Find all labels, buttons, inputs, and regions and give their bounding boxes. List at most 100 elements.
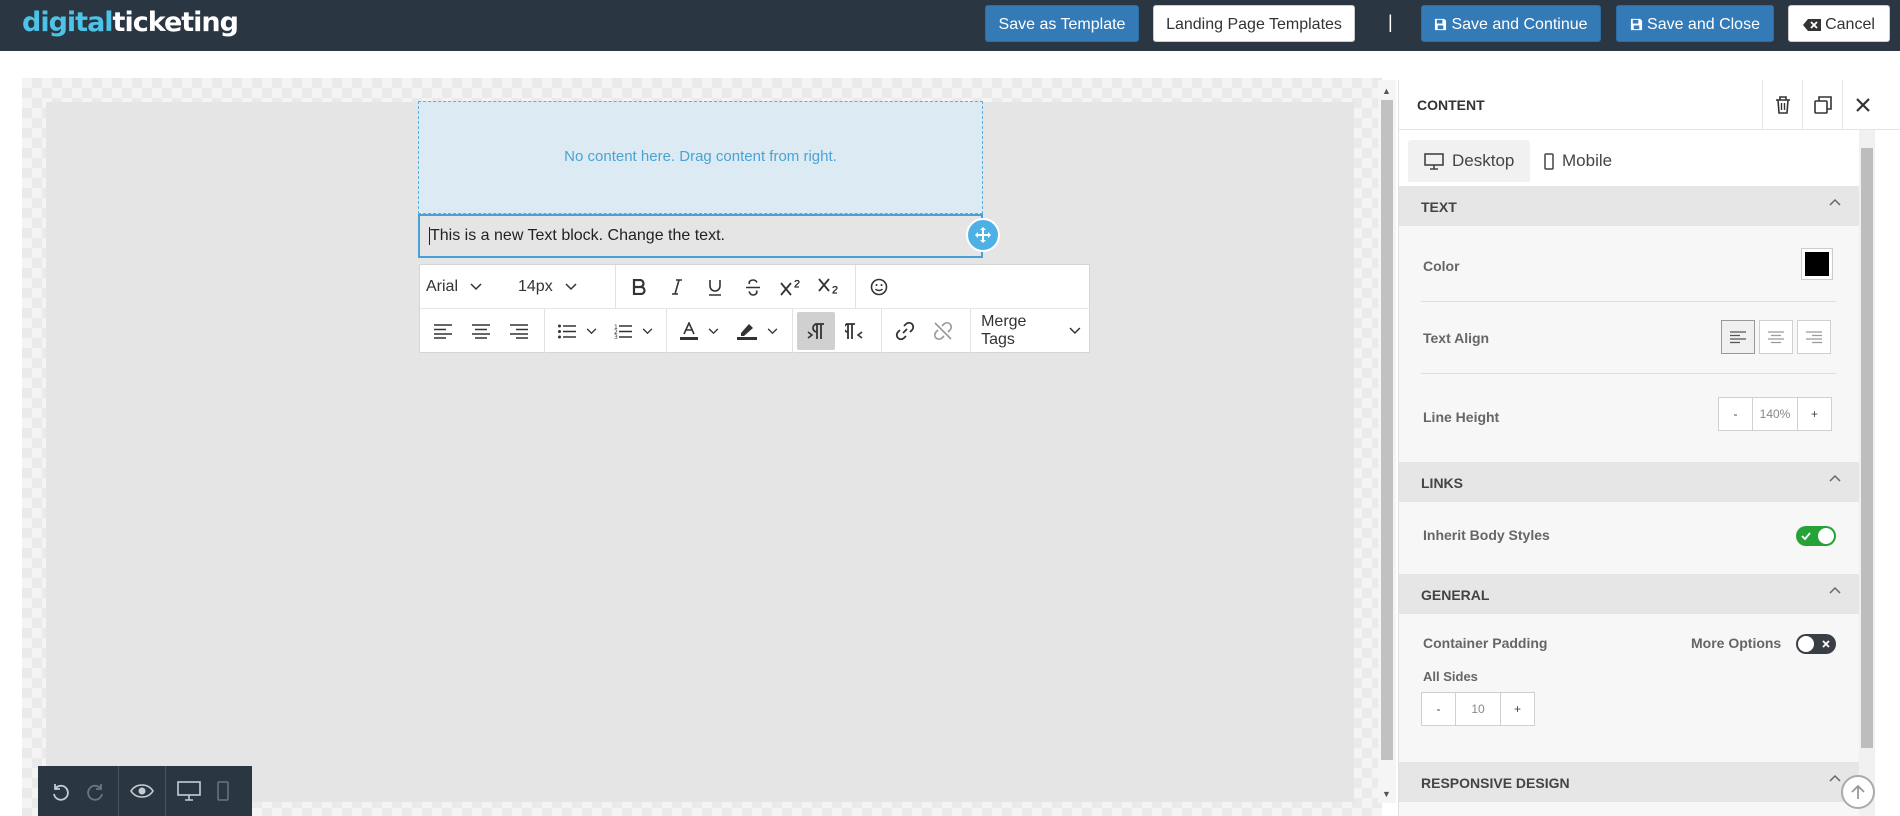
superscript-button[interactable]: [772, 268, 810, 306]
trash-icon: [1775, 96, 1790, 114]
tab-mobile[interactable]: Mobile: [1528, 140, 1628, 182]
undo-button[interactable]: [44, 766, 78, 816]
preview-button[interactable]: [125, 766, 159, 816]
subscript-icon: [818, 278, 838, 294]
text-block-content[interactable]: This is a new Text block. Change the tex…: [430, 227, 725, 245]
text-align-row: Text Align: [1421, 302, 1836, 374]
line-height-decrease-button[interactable]: -: [1719, 398, 1753, 430]
save-and-close-button[interactable]: Save and Close: [1616, 5, 1774, 42]
rich-text-toolbar: Arial 14px 123 Merge Tags: [419, 264, 1091, 353]
padding-decrease-button[interactable]: -: [1422, 693, 1456, 725]
insert-link-button[interactable]: [886, 312, 924, 350]
cancel-button[interactable]: Cancel: [1788, 5, 1890, 42]
text-align-center-button[interactable]: [1759, 320, 1793, 354]
align-center-icon: [472, 323, 490, 339]
eye-icon: [130, 784, 154, 798]
bullet-list-button[interactable]: [549, 312, 606, 350]
numbered-list-button[interactable]: 123: [606, 312, 662, 350]
numbered-list-icon: 123: [614, 324, 633, 339]
move-handle[interactable]: [966, 218, 1000, 252]
color-swatch[interactable]: [1801, 248, 1833, 280]
redo-button[interactable]: [78, 766, 112, 816]
general-section-header[interactable]: GENERAL: [1399, 574, 1859, 614]
ltr-direction-button[interactable]: [797, 312, 836, 350]
highlight-color-button[interactable]: [729, 312, 787, 350]
scroll-up-arrow[interactable]: ▲: [1382, 86, 1391, 96]
font-size-select[interactable]: 14px: [512, 265, 610, 309]
landing-page-templates-button[interactable]: Landing Page Templates: [1153, 5, 1355, 42]
container-padding-row: Container Padding More Options All Sides…: [1421, 614, 1836, 744]
canvas-scrollbar[interactable]: ▲ ▼: [1378, 80, 1396, 803]
ltr-paragraph-icon: [807, 322, 825, 339]
undo-icon: [53, 784, 69, 801]
delete-button[interactable]: [1762, 80, 1802, 130]
remove-link-button[interactable]: [924, 312, 962, 350]
emoji-button[interactable]: [860, 268, 898, 306]
italic-button[interactable]: [658, 268, 696, 306]
bold-icon: [632, 279, 646, 295]
font-family-select[interactable]: Arial: [420, 265, 512, 309]
responsive-section-header[interactable]: RESPONSIVE DESIGN: [1399, 762, 1859, 802]
save-and-continue-button[interactable]: Save and Continue: [1421, 5, 1601, 42]
separator: |: [1388, 12, 1393, 32]
mobile-icon: [1544, 152, 1554, 170]
line-height-label: Line Height: [1423, 409, 1500, 425]
tab-desktop[interactable]: Desktop: [1408, 140, 1531, 182]
chevron-down-icon: [565, 283, 577, 291]
inherit-body-styles-row: Inherit Body Styles: [1421, 502, 1836, 574]
logo: digitalticketing: [22, 7, 239, 38]
bullet-list-icon: [557, 324, 576, 338]
save-as-template-button[interactable]: Save as Template: [985, 5, 1139, 42]
duplicate-button[interactable]: [1802, 80, 1842, 130]
container-padding-label: Container Padding: [1423, 635, 1548, 651]
bold-button[interactable]: [620, 268, 658, 306]
desktop-view-button[interactable]: [172, 766, 206, 816]
merge-tags-select[interactable]: Merge Tags: [975, 309, 1087, 353]
strikethrough-button[interactable]: [734, 268, 772, 306]
inherit-body-styles-toggle[interactable]: [1796, 526, 1836, 546]
close-panel-button[interactable]: [1842, 80, 1882, 130]
line-height-stepper[interactable]: - 140% +: [1718, 397, 1832, 431]
scroll-to-top-button[interactable]: [1841, 775, 1875, 809]
scroll-down-arrow[interactable]: ▼: [1382, 789, 1391, 799]
align-left-icon: [434, 323, 452, 339]
chevron-up-icon: [1829, 774, 1841, 782]
backspace-icon: [1803, 19, 1822, 31]
links-section-header[interactable]: LINKS: [1399, 462, 1859, 502]
scroll-thumb[interactable]: [1381, 100, 1393, 760]
padding-value[interactable]: 10: [1456, 693, 1500, 725]
chevron-down-icon: [642, 327, 653, 334]
rtl-paragraph-icon: [845, 322, 863, 339]
align-right-button[interactable]: [500, 312, 538, 350]
text-block[interactable]: This is a new Text block. Change the tex…: [418, 214, 983, 258]
line-height-value[interactable]: 140%: [1753, 398, 1797, 430]
panel-body: Desktop Mobile TEXT Color Text Align Lin…: [1399, 130, 1859, 816]
text-align-left-button[interactable]: [1721, 320, 1755, 354]
underline-button[interactable]: [696, 268, 734, 306]
chevron-down-icon: [586, 327, 597, 334]
align-center-button[interactable]: [462, 312, 500, 350]
text-color-button[interactable]: [671, 312, 729, 350]
highlighter-icon: [737, 324, 758, 340]
text-align-right-button[interactable]: [1797, 320, 1831, 354]
align-right-icon: [510, 323, 528, 339]
line-height-increase-button[interactable]: +: [1797, 398, 1831, 430]
padding-stepper[interactable]: - 10 +: [1421, 692, 1535, 726]
text-section-header[interactable]: TEXT: [1399, 186, 1859, 226]
panel-scroll-thumb[interactable]: [1861, 148, 1873, 748]
superscript-icon: [780, 279, 800, 296]
content-properties-panel: CONTENT Desktop Mobile TEXT Color Text A…: [1398, 80, 1900, 816]
more-options-toggle[interactable]: [1796, 634, 1836, 654]
empty-row-dropzone[interactable]: No content here. Drag content from right…: [418, 101, 983, 214]
chevron-up-icon: [1829, 586, 1841, 594]
subscript-button[interactable]: [810, 268, 848, 306]
panel-scrollbar[interactable]: [1859, 130, 1875, 816]
dropzone-placeholder: No content here. Drag content from right…: [564, 148, 837, 165]
more-options-label: More Options: [1691, 635, 1782, 651]
rtl-direction-button[interactable]: [835, 312, 873, 350]
mobile-view-button[interactable]: [206, 766, 240, 816]
align-left-button[interactable]: [424, 312, 462, 350]
padding-increase-button[interactable]: +: [1500, 693, 1534, 725]
align-right-icon: [1806, 330, 1822, 343]
check-icon: [1801, 532, 1811, 541]
